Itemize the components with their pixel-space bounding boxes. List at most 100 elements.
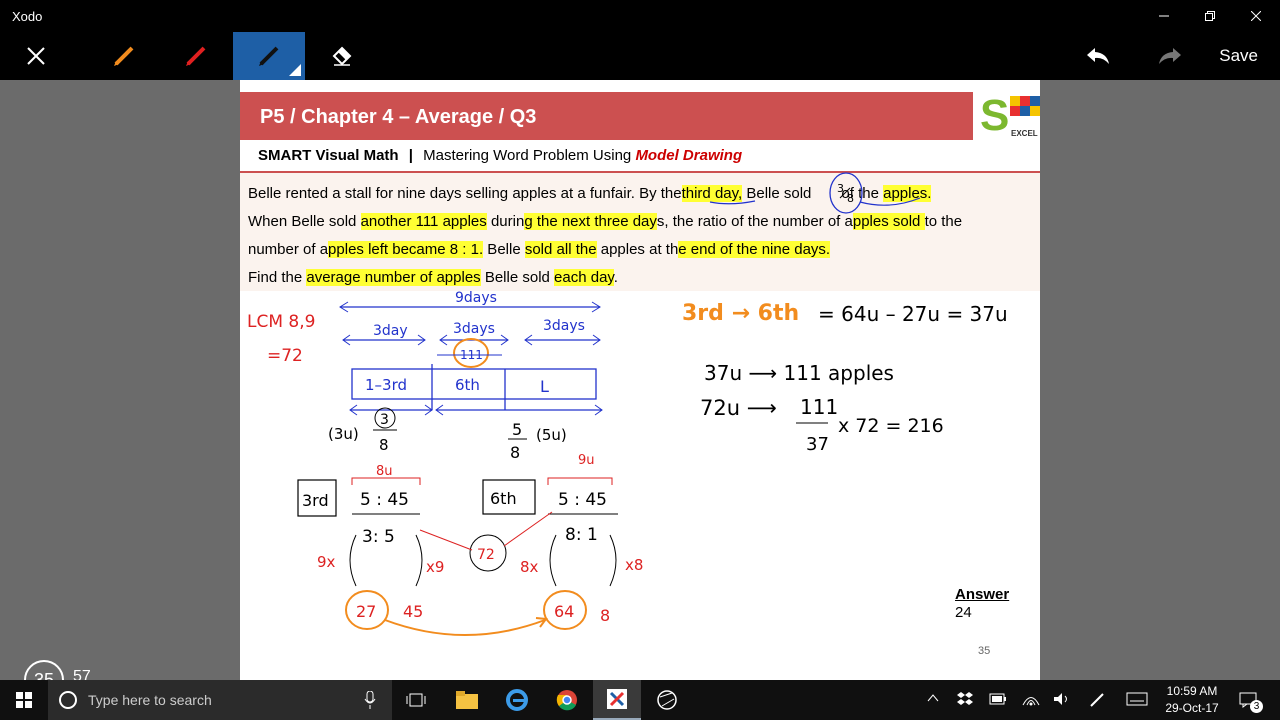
eraser-tool[interactable]: [306, 32, 378, 80]
mult-9x-left: 9x: [317, 553, 336, 571]
box-label-2: 6th: [455, 376, 480, 394]
pen-ink-icon[interactable]: [1089, 692, 1105, 708]
eq-37u-111: 37u ⟶ 111 apples: [704, 361, 894, 385]
document-viewer[interactable]: P5 / Chapter 4 – Average / Q3 S EXCEL SM…: [0, 80, 1280, 700]
q-highlight: sold all the: [524, 241, 597, 258]
question-block: Belle rented a stall for nine days selli…: [240, 173, 1040, 291]
close-annotation-button[interactable]: [0, 32, 72, 80]
text-111: 111: [460, 348, 483, 362]
close-icon: [27, 47, 45, 65]
label-8u: 8u: [376, 464, 393, 479]
answer-label: Answer: [955, 586, 1010, 603]
frac-3: 3: [380, 412, 389, 428]
windows-taskbar: Type here to search 10:59 AM 29-Oct-17 3: [0, 680, 1280, 720]
minimize-button[interactable]: [1141, 0, 1187, 32]
windows-icon: [16, 692, 32, 708]
label-3rd: 3rd: [302, 491, 329, 510]
edge-button[interactable]: [493, 680, 541, 720]
cortana-icon: [59, 691, 77, 709]
redo-button[interactable]: [1134, 32, 1206, 80]
label-9u: 9u: [578, 453, 595, 468]
ink-annotations: 3 8 LCM 8,9 =72 9days 3day 3days 3days 1…: [247, 172, 1008, 636]
smart-excel-logo: S EXCEL: [980, 91, 1040, 138]
label-3u: (3u): [328, 425, 359, 443]
task-view-button[interactable]: [392, 680, 440, 720]
pdf-page[interactable]: P5 / Chapter 4 – Average / Q3 S EXCEL SM…: [240, 80, 1040, 680]
orange-pen-tool[interactable]: [88, 32, 160, 80]
arrow-head: [342, 334, 351, 346]
battery-icon[interactable]: [989, 692, 1007, 706]
circle-64: [543, 590, 587, 630]
file-explorer-button[interactable]: [443, 680, 491, 720]
q-text: Belle sold: [742, 185, 812, 202]
corner-indicator-icon: [289, 64, 301, 76]
eq-37u: = 64u – 27u = 37u: [818, 302, 1008, 326]
ratio-2: 5 : 45: [558, 490, 607, 510]
box-3rd: [297, 479, 337, 517]
start-button[interactable]: [0, 680, 48, 720]
arrow-head: [535, 617, 548, 628]
arrow-head: [424, 404, 433, 416]
q-highlight: pples sold: [852, 213, 925, 230]
restore-button[interactable]: [1187, 0, 1233, 32]
xodo-taskbar-button[interactable]: [593, 680, 641, 720]
dropbox-icon[interactable]: [957, 692, 973, 706]
label-64: 64: [554, 602, 574, 621]
subheader-middle: Mastering Word Problem Using: [423, 147, 632, 164]
page-header-title: P5 / Chapter 4 – Average / Q3: [260, 106, 537, 128]
box-label-1: 1–3rd: [365, 376, 407, 394]
box-6th: [482, 479, 536, 515]
ratio-3-5: 3: 5: [362, 527, 395, 547]
xodo-app: Xodo Save P5 / Chapter 4 – Average / Q3 …: [0, 0, 1280, 720]
system-clock[interactable]: 10:59 AM 29-Oct-17: [1158, 683, 1226, 717]
chrome-icon: [556, 690, 577, 711]
q-text: Find the: [248, 269, 307, 286]
day-label-1: 3day: [373, 323, 408, 339]
keyboard-icon[interactable]: [1126, 692, 1148, 706]
link-72-right: [503, 511, 553, 547]
arrow-head: [500, 334, 509, 346]
wifi-icon[interactable]: [1022, 692, 1040, 706]
taskbar-search[interactable]: Type here to search: [48, 680, 392, 720]
eq-3rd-6th: 3rd → 6th: [682, 301, 799, 326]
close-window-button[interactable]: [1233, 0, 1279, 32]
question-line-4: Find the average number of apples Belle …: [248, 269, 618, 286]
q-highlight: average number of apples: [306, 269, 481, 286]
undo-button[interactable]: [1062, 32, 1134, 80]
save-button[interactable]: Save: [1219, 46, 1258, 66]
chrome-button[interactable]: [543, 680, 591, 720]
arrow-head: [592, 334, 601, 346]
circle-3: [374, 407, 396, 429]
q-highlight: third day,: [681, 185, 743, 202]
notification-count: 3: [1250, 700, 1263, 713]
q-text: When Belle sold: [248, 213, 361, 230]
label-5u: (5u): [536, 426, 567, 444]
app-button[interactable]: [643, 680, 691, 720]
ratio-1: 5 : 45: [360, 490, 409, 510]
question-line-2: When Belle sold another 111 apples durin…: [248, 213, 962, 230]
volume-icon[interactable]: [1053, 692, 1071, 706]
aperture-icon: [657, 690, 677, 710]
subheader: SMART Visual Math | Mastering Word Probl…: [258, 147, 742, 164]
eraser-icon: [332, 46, 352, 66]
link-72-left: [419, 529, 473, 551]
question-line-1: Belle rented a stall for nine days selli…: [248, 185, 932, 202]
red-pen-tool[interactable]: [160, 32, 232, 80]
arrow-head: [591, 301, 601, 313]
xodo-icon: [607, 689, 627, 709]
day-label-3: 3days: [543, 318, 585, 334]
close-icon: [1251, 11, 1261, 21]
action-center-button[interactable]: 3: [1228, 680, 1268, 720]
mult-x8-right: x8: [625, 556, 643, 574]
label-45: 45: [403, 602, 423, 621]
frac-5: 5: [512, 420, 522, 439]
restore-icon: [1205, 11, 1215, 21]
q-text: Belle: [483, 241, 525, 258]
q-highlight: each day: [554, 269, 614, 286]
eq-72u: 72u ⟶: [700, 396, 777, 420]
pen-red-icon: [186, 46, 206, 66]
chevron-up-icon[interactable]: [927, 692, 939, 704]
q-text: number of a: [248, 241, 329, 258]
blue-pen-tool[interactable]: [233, 32, 305, 80]
eq-111-num: 111: [800, 395, 838, 419]
